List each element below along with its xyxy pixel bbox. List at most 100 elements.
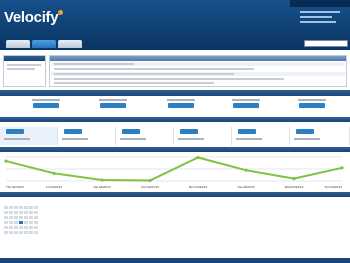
- calendar-day[interactable]: [9, 216, 13, 219]
- nav-tab[interactable]: [58, 40, 82, 48]
- app-logo: Velocify: [4, 9, 59, 26]
- text-line: [54, 73, 234, 75]
- metric-tile[interactable]: [290, 127, 350, 145]
- calendar-day[interactable]: [4, 226, 8, 229]
- kpi-label: [32, 99, 60, 101]
- data-point: [100, 178, 104, 182]
- logo-badge: [58, 10, 63, 15]
- metric-value: [180, 129, 198, 134]
- metric-value: [238, 129, 256, 134]
- metric-tile-selected[interactable]: [0, 127, 58, 145]
- calendar-header: [0, 192, 350, 197]
- kpi-label: [232, 99, 260, 101]
- text-line: [54, 78, 284, 80]
- metric-value: [296, 129, 314, 134]
- calendar-day[interactable]: [24, 226, 28, 229]
- calendar-day[interactable]: [9, 211, 13, 214]
- calendar-day[interactable]: [14, 226, 18, 229]
- calendar-day[interactable]: [14, 211, 18, 214]
- calendar-day[interactable]: [34, 221, 38, 224]
- kpi-value: [33, 103, 59, 108]
- calendar-day[interactable]: [34, 211, 38, 214]
- message-panel: [3, 55, 46, 87]
- metric-tile[interactable]: [116, 127, 174, 145]
- calendar-day[interactable]: [29, 206, 33, 209]
- calendar-day[interactable]: [19, 231, 23, 234]
- calendar-day[interactable]: [29, 221, 33, 224]
- calendar-day[interactable]: [19, 206, 23, 209]
- panel-header: [4, 56, 45, 61]
- account-name: [300, 11, 340, 13]
- calendar-day[interactable]: [24, 211, 28, 214]
- metric-label: [236, 138, 262, 140]
- data-point: [292, 177, 296, 181]
- metric-label: [120, 138, 146, 140]
- calendar-day[interactable]: [4, 221, 8, 224]
- data-point: [340, 166, 344, 170]
- calendar-day-today[interactable]: [19, 221, 23, 224]
- search-input[interactable]: [304, 40, 348, 47]
- kpi-value: [100, 103, 126, 108]
- calendar-day[interactable]: [24, 206, 28, 209]
- metric-value: [122, 129, 140, 134]
- calendar-day[interactable]: [34, 206, 38, 209]
- metric-value: [64, 129, 82, 134]
- calendar-day[interactable]: [34, 231, 38, 234]
- account-links[interactable]: [300, 21, 336, 23]
- calendar-day[interactable]: [14, 221, 18, 224]
- x-tick-label: Sat 04/20/13: [93, 185, 110, 189]
- calendar-day[interactable]: [29, 231, 33, 234]
- x-tick-label: Thu 04/25/13: [324, 185, 342, 189]
- calendar-day[interactable]: [24, 221, 28, 224]
- x-tick-label: Mon 04/22/13: [189, 185, 208, 189]
- calendar-day[interactable]: [14, 231, 18, 234]
- calendar-day[interactable]: [29, 226, 33, 229]
- calendar-day[interactable]: [19, 216, 23, 219]
- calendar-day[interactable]: [9, 206, 13, 209]
- account-links[interactable]: [300, 16, 332, 18]
- metric-tile[interactable]: [58, 127, 116, 145]
- trend-chart: Thu 04/18/13 Fri 04/19/13 Sat 04/20/13 Sun …: [4, 155, 344, 189]
- text-line: [7, 64, 41, 66]
- mini-calendar[interactable]: [4, 206, 40, 238]
- panel-header: [50, 56, 346, 61]
- calendar-day[interactable]: [4, 206, 8, 209]
- x-tick-label: Tue 04/23/13: [237, 185, 255, 189]
- data-point: [52, 171, 56, 175]
- x-tick-label: Thu 04/18/13: [6, 185, 24, 189]
- calendar-day[interactable]: [19, 226, 23, 229]
- kpi-header: [0, 90, 350, 96]
- calendar-day[interactable]: [34, 226, 38, 229]
- x-ticks: Thu 04/18/13 Fri 04/19/13 Sat 04/20/13 Sun …: [6, 185, 342, 189]
- calendar-day[interactable]: [9, 231, 13, 234]
- calendar-day[interactable]: [29, 211, 33, 214]
- nav-tab[interactable]: [6, 40, 30, 48]
- data-point: [148, 178, 152, 183]
- metric-tile[interactable]: [232, 127, 290, 145]
- kpi-label: [167, 99, 195, 101]
- metric-tile[interactable]: [174, 127, 232, 145]
- calendar-day[interactable]: [29, 216, 33, 219]
- x-tick-label: Wed 04/24/13: [285, 185, 304, 189]
- x-tick-label: Fri 04/19/13: [46, 185, 62, 189]
- data-point: [196, 155, 200, 160]
- calendar-day[interactable]: [14, 206, 18, 209]
- calendar-day[interactable]: [4, 231, 8, 234]
- calendar-day[interactable]: [34, 216, 38, 219]
- calendar-day[interactable]: [24, 231, 28, 234]
- calendar-day[interactable]: [9, 221, 13, 224]
- nav-tab-active[interactable]: [32, 40, 56, 48]
- kpi-value: [233, 103, 259, 108]
- text-line: [7, 68, 35, 70]
- calendar-day[interactable]: [4, 216, 8, 219]
- kpi-label: [99, 99, 127, 101]
- calendar-day[interactable]: [19, 211, 23, 214]
- metric-label: [62, 138, 88, 140]
- calendar-day[interactable]: [9, 226, 13, 229]
- data-point: [4, 159, 8, 163]
- calendar-day[interactable]: [4, 211, 8, 214]
- account-bar: [290, 0, 350, 7]
- app-header: Velocify: [0, 0, 350, 50]
- calendar-day[interactable]: [24, 216, 28, 219]
- calendar-day[interactable]: [14, 216, 18, 219]
